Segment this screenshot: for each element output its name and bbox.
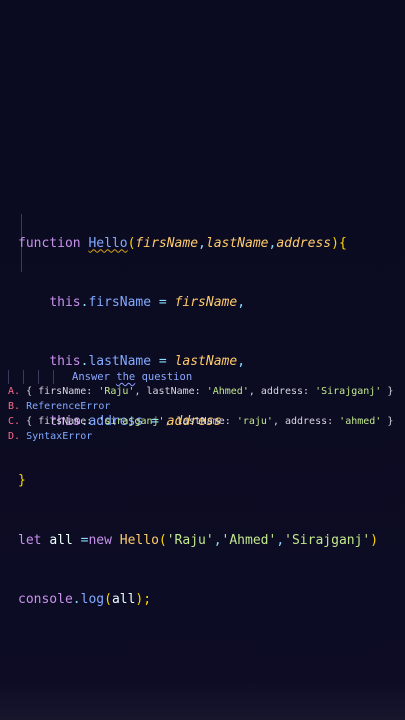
class-name: Hello [119, 532, 159, 548]
comma: , [237, 354, 246, 370]
option-text: { firsName: [20, 416, 99, 427]
string-arg: 'Raju' [166, 532, 214, 548]
comma: , [213, 532, 222, 548]
param-lastname: lastName [205, 235, 269, 251]
console-object: console [18, 591, 73, 607]
option-value: 'ahmed' [339, 416, 382, 427]
string-arg: 'Ahmed' [221, 532, 277, 548]
indent-tick [53, 370, 54, 384]
option-text: , address: [248, 386, 316, 397]
code-line-6: let all =new Hello('Raju','Ahmed','Siraj… [18, 531, 398, 551]
option-text: } [381, 416, 394, 427]
keyword-function: function [18, 235, 81, 251]
keyword-new: new [88, 532, 112, 548]
option-text: { firsName: [20, 386, 99, 397]
comma: , [198, 235, 206, 251]
comma: , [276, 532, 285, 548]
this-keyword: this [49, 294, 81, 310]
indent-tick [23, 370, 24, 384]
code-line-3: this.lastName = lastName, [18, 352, 398, 372]
option-text: , lastName: [134, 386, 207, 397]
option-b[interactable]: B. ReferenceError [8, 401, 110, 412]
param-address: address [276, 235, 332, 251]
option-value: 'Ahmed' [206, 386, 249, 397]
keyword-let: let [18, 532, 42, 548]
code-line-7: console.log(all); [18, 590, 398, 610]
paren-open: ( [158, 532, 167, 548]
bottom-shade [0, 680, 405, 720]
option-text: ReferenceError [20, 401, 111, 412]
option-d[interactable]: D. SyntaxError [8, 431, 92, 442]
string-arg: 'Sirajganj' [284, 532, 371, 548]
option-a[interactable]: A. { firsName: 'Raju', lastName: 'Ahmed'… [8, 386, 393, 397]
option-value: 'raju' [236, 416, 273, 427]
assign-operator: = [72, 532, 89, 548]
paren-open: ( [104, 591, 112, 607]
param-firsname: firsName [135, 235, 199, 251]
property-name: lastName [88, 354, 152, 370]
dot: . [72, 591, 81, 607]
this-keyword: this [49, 354, 81, 370]
option-letter: C. [8, 416, 21, 427]
assign-operator: = [151, 354, 175, 370]
code-line-5: } [18, 471, 398, 491]
option-value: 'Sirajganj' [315, 386, 382, 397]
option-letter: A. [8, 386, 21, 397]
closing-brace: } [18, 473, 26, 489]
variable-name: all [49, 532, 73, 548]
log-argument: all [111, 591, 136, 607]
paren-close-brace: ){ [331, 235, 347, 251]
assign-operator: = [151, 294, 175, 310]
paren-close: ) [370, 532, 379, 548]
heading-word: question [141, 371, 193, 383]
log-method: log [80, 591, 105, 607]
option-c[interactable]: C. { firsName: 'sirajganj', lastName: 'r… [8, 416, 393, 427]
option-value: 'Raju' [98, 386, 135, 397]
question-heading: Answer the question [72, 371, 192, 383]
option-letter: B. [8, 401, 21, 412]
comma: , [237, 294, 246, 310]
property-name: firsName [88, 294, 152, 310]
code-line-2: this.firsName = firsName, [18, 293, 398, 313]
heading-word: the [116, 371, 136, 383]
function-name: Hello [88, 235, 128, 251]
option-value: 'sirajganj' [98, 416, 165, 427]
heading-word: Answer [72, 371, 110, 383]
indent-ticks [8, 370, 58, 384]
assigned-value: firsName [174, 294, 238, 310]
option-text: SyntaxError [20, 431, 93, 442]
indent-tick [8, 370, 9, 384]
code-line-1: function Hello(firsName,lastName,address… [18, 234, 398, 254]
assigned-value: lastName [174, 354, 238, 370]
option-text: , lastName: [164, 416, 237, 427]
indent-tick [38, 370, 39, 384]
option-text: } [381, 386, 394, 397]
option-text: , address: [272, 416, 340, 427]
option-letter: D. [8, 431, 21, 442]
paren-close-semicolon: ); [135, 591, 152, 607]
